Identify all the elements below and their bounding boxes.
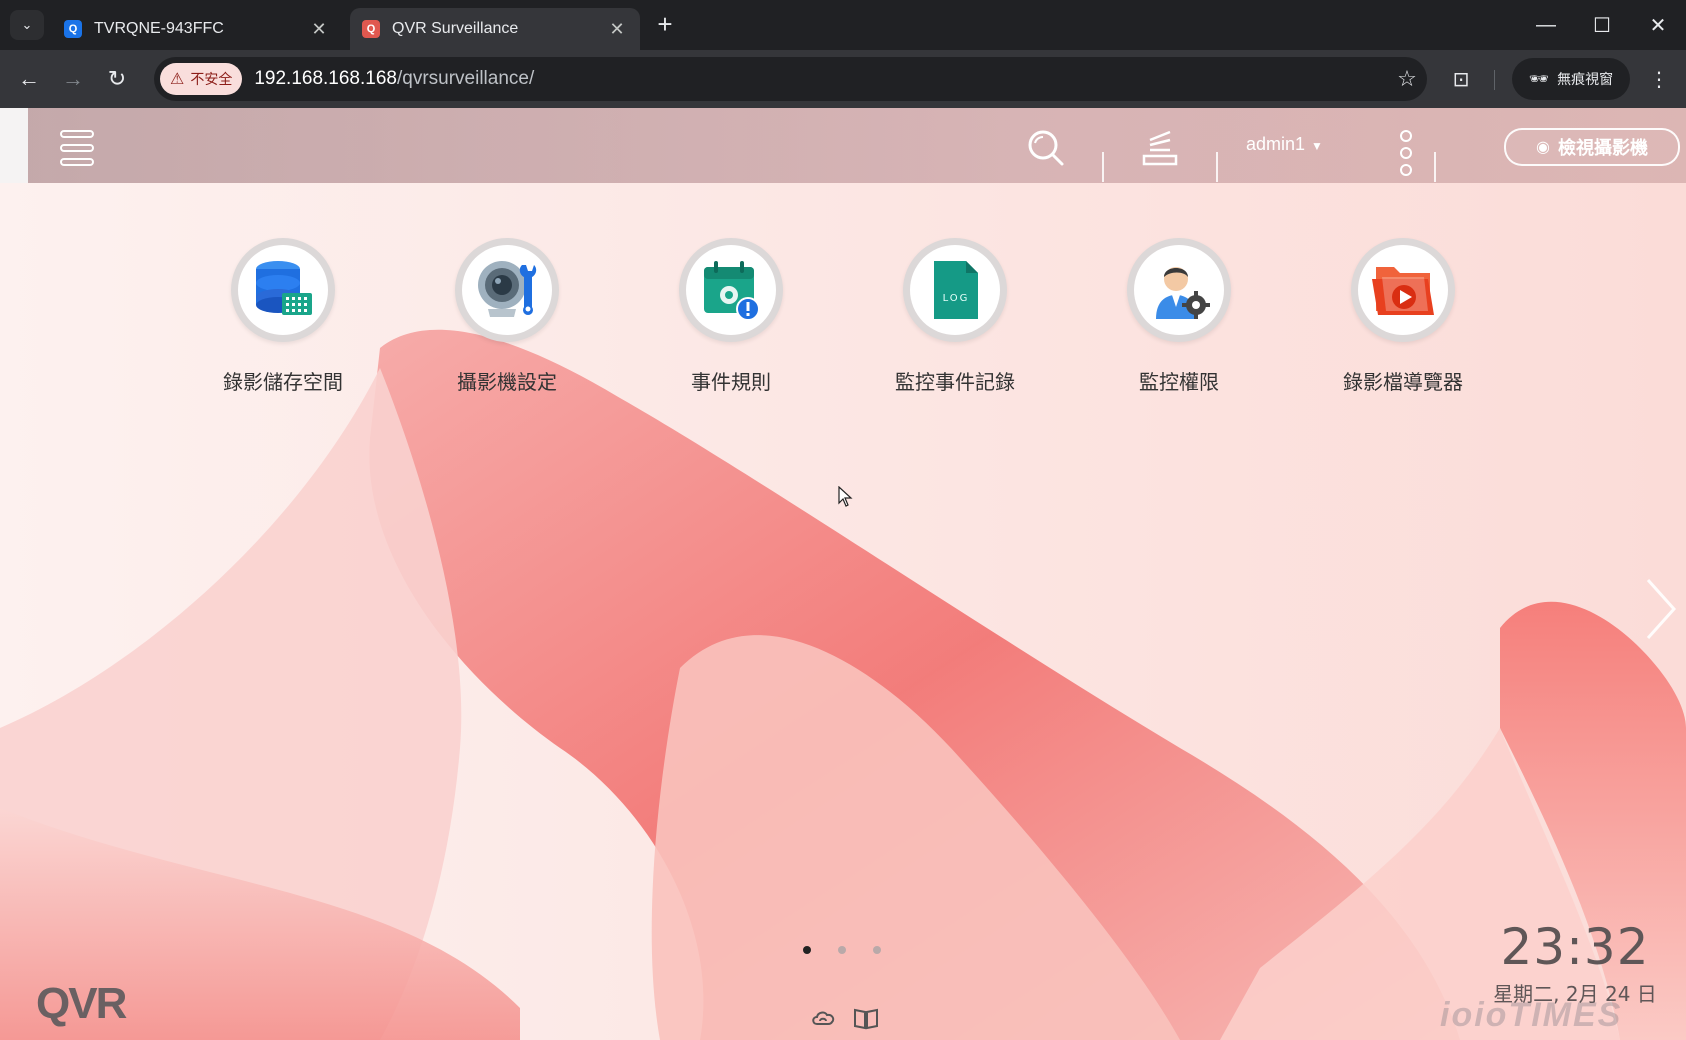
app-surveillance-event-log[interactable]: LOG 監控事件記錄 bbox=[855, 238, 1055, 395]
tab-title: QVR Surveillance bbox=[392, 20, 519, 37]
page-dot[interactable] bbox=[838, 946, 846, 954]
view-cameras-label: 檢視攝影機 bbox=[1557, 138, 1648, 158]
tab-search-button[interactable]: ⌄ bbox=[10, 10, 44, 40]
browser-tab-inactive[interactable]: Q TVRQNE-943FFC ✕ bbox=[52, 8, 342, 50]
app-label: 錄影檔導覽器 bbox=[1343, 370, 1463, 394]
incognito-label: 無痕視窗 bbox=[1557, 71, 1614, 87]
url-host: 192.168.168.168 bbox=[254, 68, 397, 89]
close-window-icon[interactable]: ✕ bbox=[1630, 0, 1686, 50]
desktop-clock: 23:32 星期二, 2月 24 日 bbox=[1470, 918, 1680, 1007]
app-event-rules[interactable]: 事件規則 bbox=[631, 238, 831, 395]
qvr-logo: QVR bbox=[36, 979, 129, 1028]
address-bar[interactable]: ⚠ 不安全 192.168.168.168/qvrsurveillance/ ☆ bbox=[154, 57, 1427, 101]
dome-camera-icon: ◉ bbox=[1536, 139, 1550, 156]
header-divider bbox=[1102, 152, 1104, 182]
app-label: 攝影機設定 bbox=[457, 370, 557, 394]
reload-icon[interactable]: ↻ bbox=[100, 62, 134, 96]
event-rules-icon bbox=[704, 261, 760, 321]
back-arrow-icon[interactable]: ← bbox=[12, 62, 46, 96]
cloud-icon[interactable] bbox=[810, 1006, 838, 1030]
security-chip[interactable]: ⚠ 不安全 bbox=[160, 63, 243, 95]
header-divider bbox=[1216, 152, 1218, 182]
new-tab-button[interactable]: + bbox=[650, 10, 680, 40]
open-book-icon[interactable] bbox=[852, 1006, 880, 1030]
notification-stack-icon[interactable] bbox=[1140, 128, 1180, 168]
app-launcher-grid: 錄影儲存空間 攝影機設定 事件規則 LOG 監控事件記錄 監控權限 錄影檔導覽器 bbox=[0, 238, 1686, 398]
qvr-desktop: admin1 ▼ ◉ 檢視攝影機 錄影儲存空間 攝影機設定 事件規則 LOG 監… bbox=[0, 108, 1686, 1040]
maximize-icon[interactable]: ☐ bbox=[1574, 0, 1630, 50]
user-menu[interactable]: admin1 ▼ bbox=[1246, 134, 1323, 155]
bookmark-star-icon[interactable]: ☆ bbox=[1387, 66, 1427, 92]
url-text[interactable]: 192.168.168.168/qvrsurveillance/ bbox=[254, 68, 1387, 90]
screenshot-lens-icon[interactable]: ⊡ bbox=[1444, 62, 1478, 96]
qvr-logo-text: QVR bbox=[36, 979, 127, 1028]
forward-arrow-icon[interactable]: → bbox=[56, 62, 90, 96]
main-menu-hamburger-icon[interactable] bbox=[60, 130, 94, 166]
mouse-cursor-icon bbox=[838, 486, 853, 507]
qvr-favicon-icon: Q bbox=[362, 20, 380, 38]
app-label: 監控事件記錄 bbox=[895, 370, 1015, 394]
tab-title: TVRQNE-943FFC bbox=[94, 20, 224, 37]
log-icon: LOG bbox=[934, 261, 978, 319]
username: admin1 bbox=[1246, 134, 1306, 154]
header-divider bbox=[1434, 152, 1436, 182]
app-label: 錄影儲存空間 bbox=[223, 370, 343, 394]
storage-database-icon bbox=[256, 261, 312, 315]
recording-browser-icon bbox=[1372, 267, 1434, 315]
qvr-header-bar: admin1 ▼ ◉ 檢視攝影機 bbox=[28, 108, 1686, 183]
log-icon-text: LOG bbox=[943, 293, 970, 304]
next-page-chevron-icon[interactable] bbox=[1640, 574, 1680, 644]
app-recording-storage[interactable]: 錄影儲存空間 bbox=[183, 238, 383, 395]
browser-tabstrip: ⌄ Q TVRQNE-943FFC ✕ Q QVR Surveillance ✕… bbox=[0, 0, 1686, 50]
page-indicator bbox=[803, 946, 908, 960]
app-label: 事件規則 bbox=[691, 370, 771, 394]
tab-close-icon[interactable]: ✕ bbox=[306, 19, 332, 40]
browser-tab-active[interactable]: Q QVR Surveillance ✕ bbox=[350, 8, 640, 50]
bottom-toolbar bbox=[810, 1006, 894, 1030]
page-dot[interactable] bbox=[873, 946, 881, 954]
clock-date: 星期二, 2月 24 日 bbox=[1493, 982, 1657, 1006]
tab-close-icon[interactable]: ✕ bbox=[604, 19, 630, 40]
app-label: 監控權限 bbox=[1139, 370, 1219, 394]
view-cameras-button[interactable]: ◉ 檢視攝影機 bbox=[1504, 128, 1680, 166]
header-left-strip bbox=[0, 108, 28, 183]
minimize-icon[interactable]: — bbox=[1518, 0, 1574, 50]
toolbar-divider bbox=[1494, 70, 1495, 90]
incognito-icon: 🕶 bbox=[1528, 71, 1550, 88]
page-dot-active[interactable] bbox=[803, 946, 811, 954]
more-options-icon[interactable] bbox=[1400, 130, 1412, 176]
camera-settings-icon bbox=[478, 261, 537, 317]
app-camera-settings[interactable]: 攝影機設定 bbox=[407, 238, 607, 395]
clock-time: 23:32 bbox=[1500, 918, 1650, 976]
browser-menu-icon[interactable]: ⋮ bbox=[1642, 62, 1676, 96]
browser-toolbar: ← → ↻ ⚠ 不安全 192.168.168.168/qvrsurveilla… bbox=[0, 50, 1686, 108]
qnap-favicon-icon: Q bbox=[64, 20, 82, 38]
search-icon[interactable] bbox=[1026, 128, 1066, 168]
incognito-indicator[interactable]: 🕶 無痕視窗 bbox=[1512, 58, 1630, 100]
url-path: /qvrsurveillance/ bbox=[396, 68, 535, 89]
chevron-down-icon: ▼ bbox=[1311, 139, 1323, 153]
app-surveillance-permissions[interactable]: 監控權限 bbox=[1079, 238, 1279, 395]
user-permission-icon bbox=[1156, 267, 1210, 319]
warning-icon: ⚠ bbox=[170, 71, 185, 88]
app-recording-browser[interactable]: 錄影檔導覽器 bbox=[1303, 238, 1503, 395]
security-label: 不安全 bbox=[190, 71, 233, 87]
